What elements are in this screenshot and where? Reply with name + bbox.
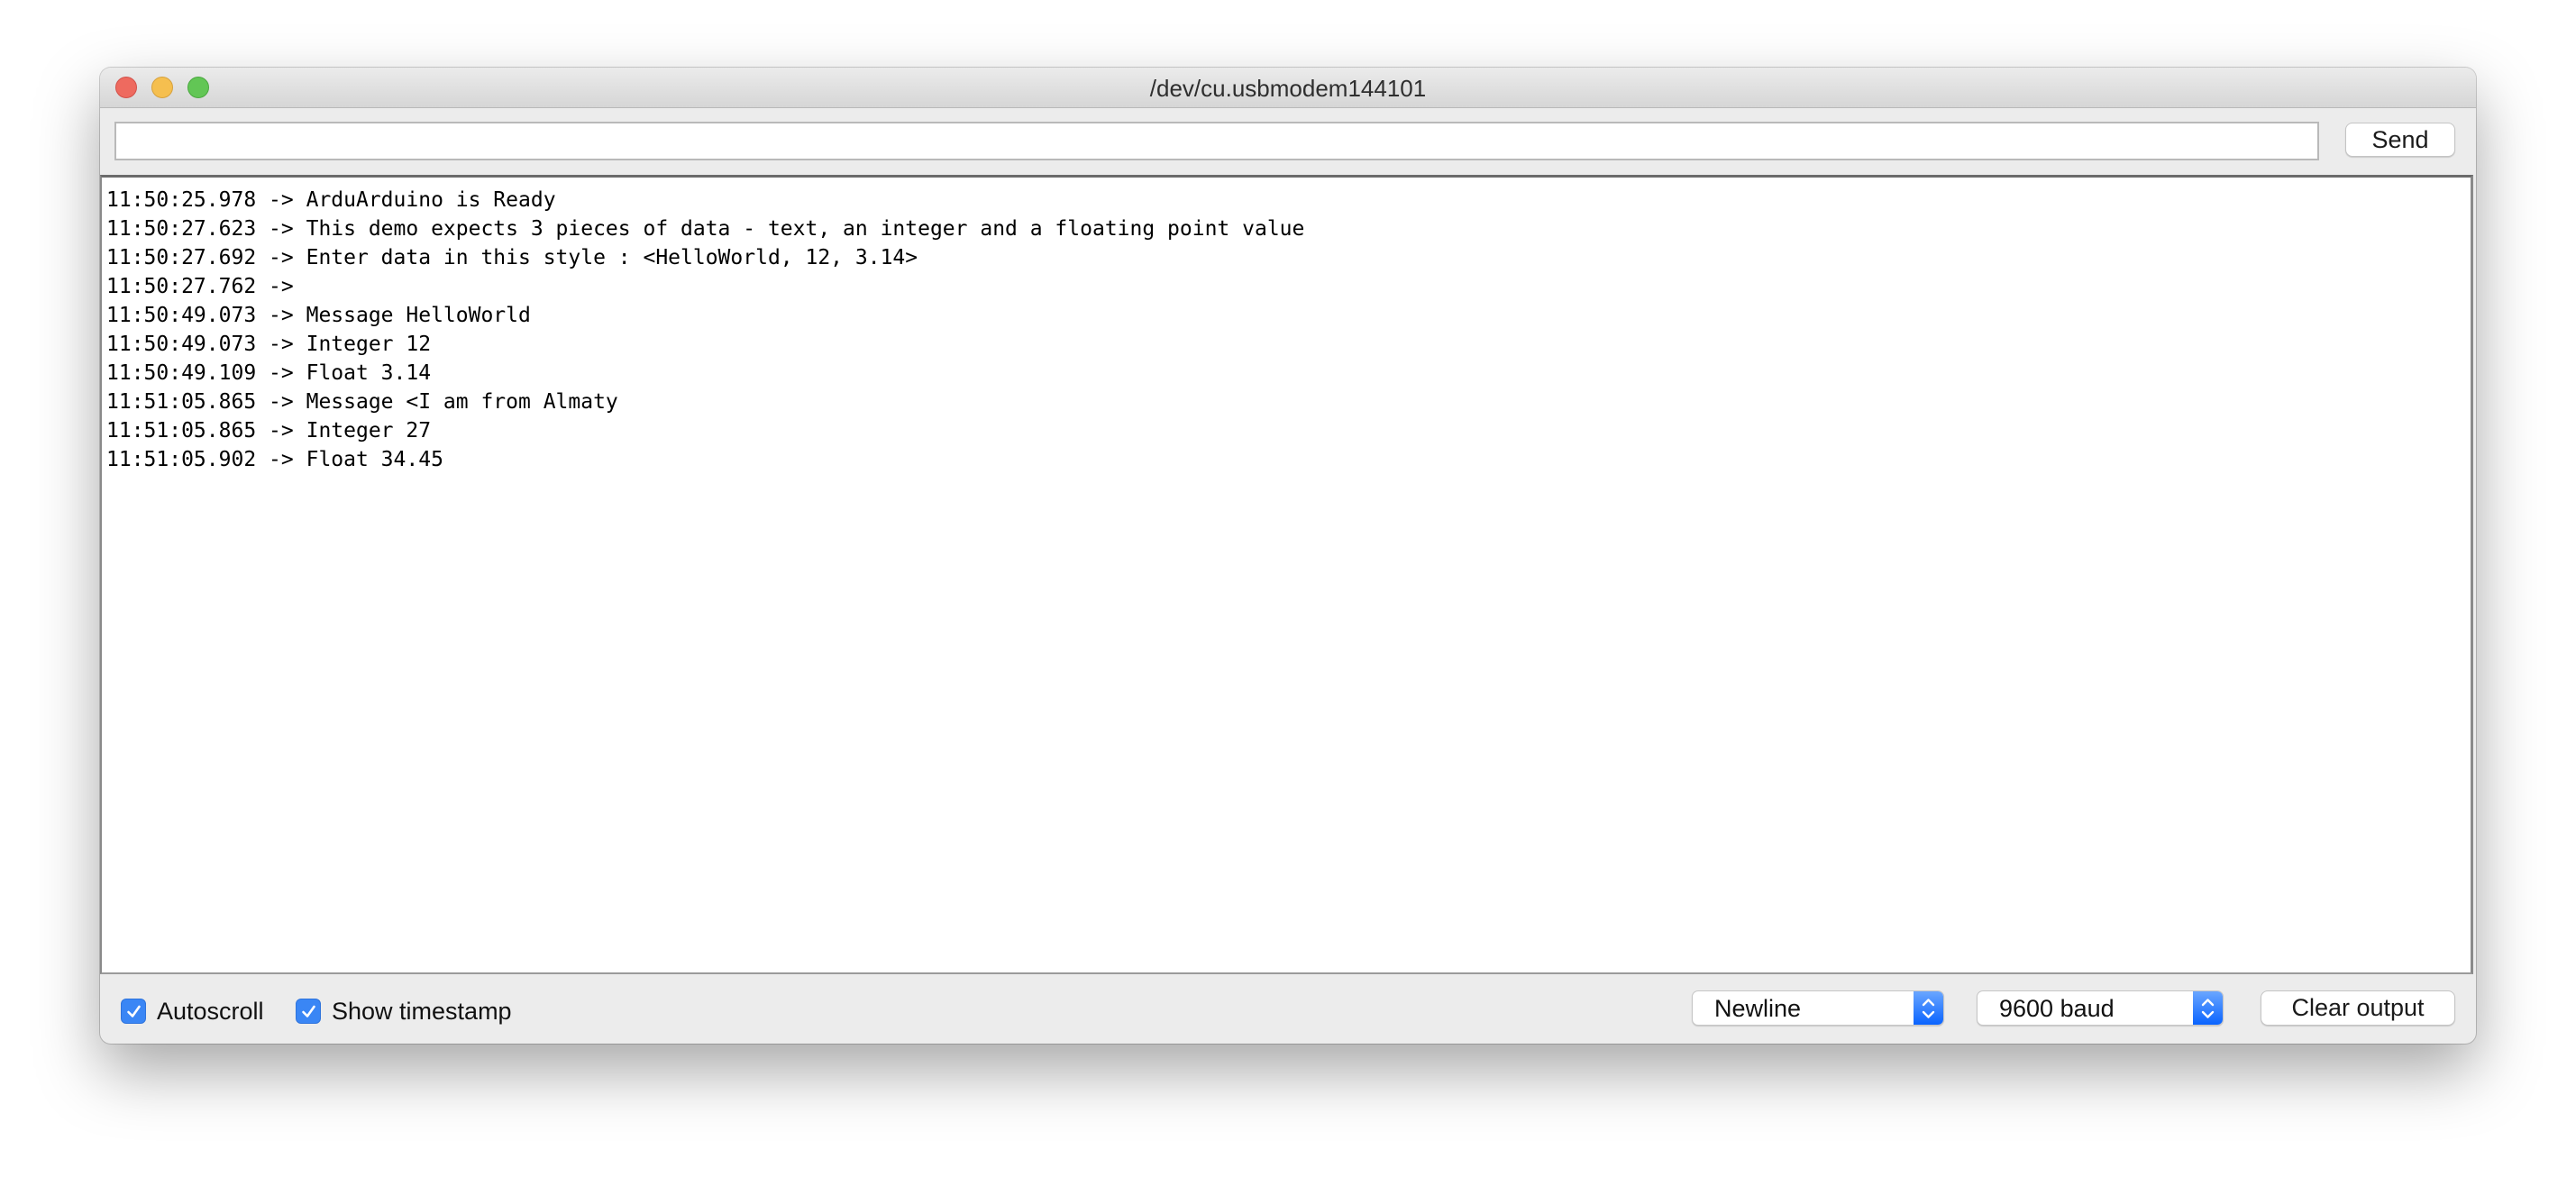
up-down-chevron-icon [2201, 999, 2215, 1018]
line-ending-select[interactable]: Newline [1692, 990, 1944, 1026]
serial-output-area[interactable]: 11:50:25.978 -> ArduArduino is Ready 11:5… [100, 175, 2473, 974]
clear-output-button[interactable]: Clear output [2261, 990, 2455, 1026]
line-message: Float 34.45 [306, 448, 443, 471]
line-timestamp: 11:51:05.902 [106, 448, 257, 471]
autoscroll-checkbox[interactable]: Autoscroll [121, 997, 264, 1025]
line-timestamp: 11:50:27.692 [106, 246, 257, 269]
output-line: 11:50:49.073 -> Integer 12 [106, 330, 2471, 359]
line-arrow: -> [269, 304, 294, 327]
checkmark-icon [302, 1005, 315, 1017]
line-timestamp: 11:50:27.623 [106, 217, 257, 241]
line-message: This demo expects 3 pieces of data - tex… [306, 217, 1305, 241]
output-line: 11:50:27.692 -> Enter data in this style… [106, 243, 2471, 272]
autoscroll-checkbox-box[interactable] [121, 999, 146, 1024]
autoscroll-label: Autoscroll [157, 997, 264, 1025]
line-arrow: -> [269, 217, 294, 241]
line-arrow: -> [269, 448, 294, 471]
line-arrow: -> [269, 275, 294, 298]
output-line: 11:50:27.762 -> [106, 272, 2471, 301]
output-line: 11:50:49.073 -> Message HelloWorld [106, 301, 2471, 330]
line-message: Float 3.14 [306, 361, 432, 385]
checkmark-icon [127, 1005, 141, 1017]
output-line: 11:50:49.109 -> Float 3.14 [106, 359, 2471, 388]
line-arrow: -> [269, 419, 294, 443]
line-timestamp: 11:50:25.978 [106, 188, 257, 212]
line-timestamp: 11:50:49.073 [106, 304, 257, 327]
line-message: Message HelloWorld [306, 304, 531, 327]
output-line: 11:51:05.902 -> Float 34.45 [106, 445, 2471, 474]
show-timestamp-label: Show timestamp [332, 997, 512, 1025]
show-timestamp-checkbox[interactable]: Show timestamp [296, 997, 512, 1025]
window-title: /dev/cu.usbmodem144101 [1149, 75, 1427, 102]
line-timestamp: 11:50:49.073 [106, 333, 257, 356]
output-line: 11:50:27.623 -> This demo expects 3 piec… [106, 214, 2471, 243]
output-line: 11:50:25.978 -> ArduArduino is Ready [106, 186, 2471, 214]
output-line: 11:51:05.865 -> Message <I am from Almat… [106, 388, 2471, 416]
line-timestamp: 11:51:05.865 [106, 390, 257, 414]
line-message: Message <I am from Almaty [306, 390, 618, 414]
line-arrow: -> [269, 390, 294, 414]
serial-send-input[interactable] [114, 122, 2319, 160]
line-arrow: -> [269, 246, 294, 269]
line-arrow: -> [269, 361, 294, 385]
output-line: 11:51:05.865 -> Integer 27 [106, 416, 2471, 445]
serial-monitor-window: /dev/cu.usbmodem144101 Send 11:50:25.978… [100, 68, 2476, 1044]
line-message: Integer 27 [306, 419, 432, 443]
show-timestamp-checkbox-box[interactable] [296, 999, 321, 1024]
baud-rate-stepper[interactable] [2193, 991, 2223, 1025]
baud-rate-select[interactable]: 9600 baud [1977, 990, 2224, 1026]
line-message: Enter data in this style : <HelloWorld, … [306, 246, 918, 269]
up-down-chevron-icon [1922, 999, 1935, 1018]
line-timestamp: 11:51:05.865 [106, 419, 257, 443]
line-message: ArduArduino is Ready [306, 188, 556, 212]
line-timestamp: 11:50:27.762 [106, 275, 257, 298]
line-ending-stepper[interactable] [1914, 991, 1943, 1025]
baud-rate-value: 9600 baud [1999, 995, 2115, 1022]
line-timestamp: 11:50:49.109 [106, 361, 257, 385]
title-bar[interactable]: /dev/cu.usbmodem144101 [100, 68, 2476, 108]
line-arrow: -> [269, 333, 294, 356]
line-arrow: -> [269, 188, 294, 212]
line-ending-value: Newline [1714, 995, 1802, 1022]
send-button[interactable]: Send [2345, 123, 2455, 157]
line-message: Integer 12 [306, 333, 432, 356]
